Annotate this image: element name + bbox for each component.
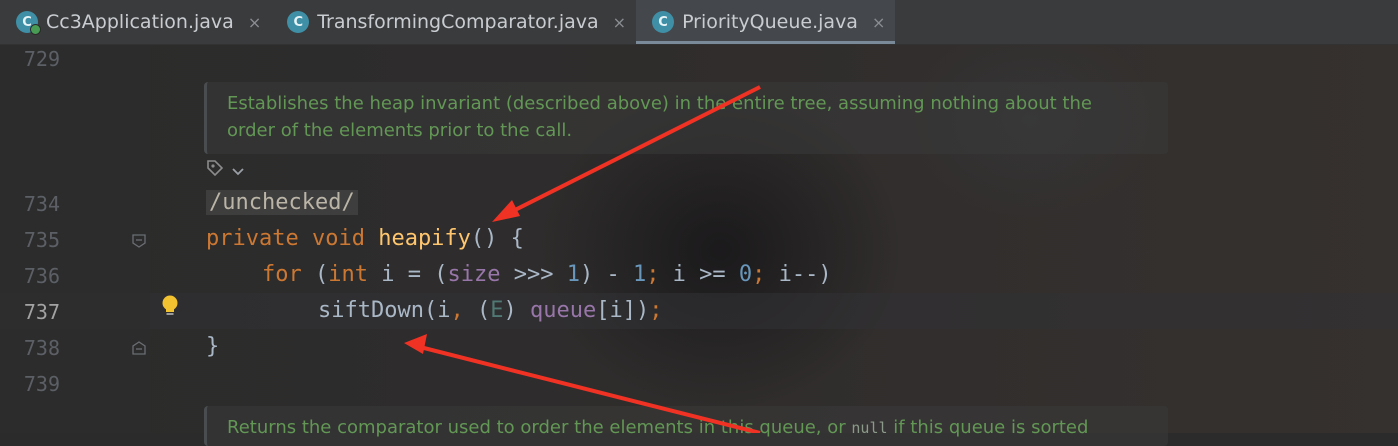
code-line-734: /unchecked/	[206, 185, 358, 221]
code-text: >>>	[500, 262, 567, 287]
chevron-down-icon	[232, 168, 244, 176]
run-config-icon	[30, 24, 41, 35]
doc-text: if this queue is sorted	[887, 417, 1089, 438]
field: queue	[529, 298, 597, 323]
code-text: [i])	[596, 298, 650, 323]
close-icon[interactable]: ×	[613, 13, 626, 32]
comma: ,	[450, 298, 464, 323]
fold-end-marker-icon[interactable]	[131, 340, 147, 356]
closing-brace: }	[206, 334, 220, 359]
tab-cc3application[interactable]: C Cc3Application.java ×	[0, 0, 271, 44]
line-number-current: 737	[23, 300, 60, 324]
tab-transforming-comparator[interactable]: C TransformingComparator.java ×	[271, 0, 636, 44]
code-editor[interactable]: 729 734 735 736 737 738 739 Establishes …	[0, 45, 1398, 446]
doc-text: Returns the comparator used to order the…	[227, 417, 852, 438]
current-line-highlight	[0, 293, 1398, 329]
semicolon: ;	[649, 298, 663, 323]
keyword: void	[311, 226, 365, 251]
number: 0	[738, 262, 753, 287]
java-class-icon: C	[652, 11, 675, 33]
method-name: heapify	[378, 226, 471, 251]
keyword: for	[262, 262, 302, 287]
annotation: /unchecked/	[206, 190, 358, 215]
code-line-738: }	[206, 329, 219, 365]
code-text: i = (	[368, 262, 448, 287]
field: size	[447, 262, 501, 287]
type-parameter: E	[490, 298, 504, 323]
keyword: int	[328, 262, 368, 287]
java-class-icon: C	[287, 11, 310, 33]
semicolon: ;	[752, 262, 766, 287]
number: 1	[632, 262, 647, 287]
code-text: (i	[423, 298, 451, 323]
inlay-hint-icon[interactable]	[204, 158, 245, 182]
fold-marker-icon[interactable]	[131, 233, 147, 249]
code-line-736: for (int i = (size >>> 1) - 1; i >= 0; i…	[262, 257, 832, 293]
line-number: 739	[23, 372, 60, 396]
tab-label: Cc3Application.java	[46, 11, 234, 33]
keyword: private	[206, 226, 299, 251]
doc-code: null	[851, 419, 888, 437]
line-number: 738	[23, 336, 60, 360]
line-number: 729	[23, 47, 60, 71]
code-text: )	[503, 298, 530, 323]
javadoc-rendered: Establishes the heap invariant (describe…	[204, 82, 1168, 154]
line-number: 734	[23, 192, 60, 216]
method-call: siftDown	[318, 298, 424, 323]
doc-line: order of the elements prior to the call.	[227, 120, 573, 141]
tab-label: TransformingComparator.java	[317, 11, 599, 33]
javadoc-rendered-next: Returns the comparator used to order the…	[204, 406, 1168, 446]
code-text: ) -	[579, 262, 633, 287]
tab-priority-queue[interactable]: C PriorityQueue.java ×	[636, 0, 896, 44]
code-line-735: private void heapify() {	[206, 221, 524, 257]
semicolon: ;	[646, 262, 660, 287]
close-icon[interactable]: ×	[872, 13, 885, 32]
punctuation: () {	[470, 226, 524, 251]
close-icon[interactable]: ×	[248, 13, 261, 32]
line-number: 735	[23, 228, 60, 252]
editor-tab-bar: C Cc3Application.java × C TransformingCo…	[0, 0, 1398, 45]
number: 1	[566, 262, 580, 287]
line-number: 736	[23, 264, 60, 288]
code-text: (	[301, 262, 329, 287]
tab-label: PriorityQueue.java	[682, 11, 858, 33]
java-class-icon: C	[16, 11, 41, 35]
doc-line: Establishes the heap invariant (describe…	[227, 93, 1092, 114]
inlay-hint-icon	[207, 160, 224, 177]
code-line-737: siftDown(i, (E) queue[i]);	[318, 293, 662, 329]
code-text: i >=	[659, 262, 739, 287]
code-text: (	[463, 298, 491, 323]
code-text: i--)	[765, 262, 832, 287]
lightbulb-icon[interactable]	[160, 294, 180, 318]
